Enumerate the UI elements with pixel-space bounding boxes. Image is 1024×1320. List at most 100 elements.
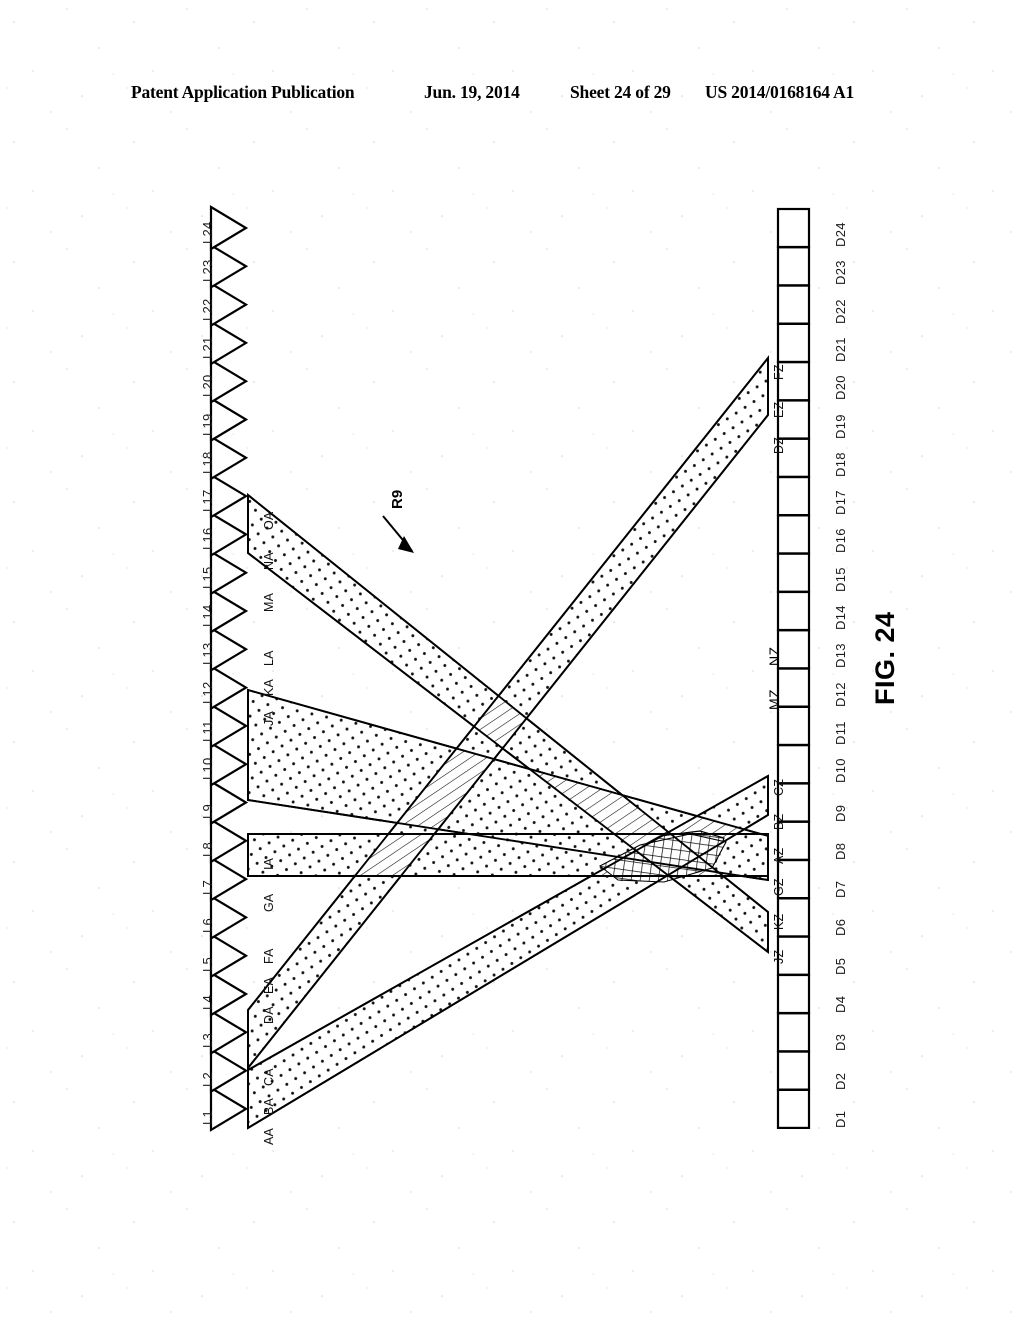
source-triangle-l12[interactable] (209, 664, 249, 711)
source-port-label-ka: KA (262, 678, 276, 696)
source-triangle-l3[interactable] (209, 1009, 249, 1056)
source-triangle-l18[interactable] (209, 434, 249, 481)
source-axis-label-l5: L5 (200, 956, 215, 972)
source-axis-label-l7: L7 (200, 880, 215, 896)
source-axis-label-l21: L21 (200, 336, 215, 359)
source-port-label-ea: EA (262, 976, 276, 994)
source-axis-label-l12: L12 (200, 681, 215, 704)
detector-axis-label-d8: D8 (833, 842, 848, 860)
source-triangle-l14[interactable] (209, 588, 249, 634)
detector-axis-label-d10: D10 (833, 758, 848, 784)
source-triangle-column (209, 205, 249, 1132)
detector-port-label-cz: CZ (772, 778, 786, 796)
source-triangle-l23[interactable] (209, 243, 249, 290)
detector-axis-label-d4: D4 (833, 995, 848, 1013)
reference-numeral-r9: R9 (389, 489, 406, 509)
detector-axis-label-d16: D16 (833, 528, 848, 554)
source-triangle-l4[interactable] (209, 971, 249, 1017)
source-port-label-ia: IA (262, 857, 276, 870)
detector-square-d13[interactable] (776, 629, 811, 670)
source-port-label-da: DA (262, 1006, 276, 1024)
source-triangle-l11[interactable] (209, 702, 249, 749)
detector-square-d10[interactable] (776, 744, 811, 785)
detector-port-label-ez: EZ (772, 401, 786, 418)
source-triangle-l8[interactable] (209, 817, 249, 864)
source-port-label-ga: GA (262, 893, 276, 912)
detector-axis-label-d6: D6 (833, 919, 848, 937)
detector-axis-label-d24: D24 (833, 222, 848, 247)
source-port-label-ba: BA (262, 1097, 276, 1115)
detector-axis-label-d23: D23 (833, 260, 848, 286)
source-axis-label-l16: L16 (200, 527, 215, 551)
source-axis-label-l9: L9 (200, 803, 215, 819)
detector-axis-label-d20: D20 (833, 375, 848, 401)
source-port-label-fa: FA (262, 948, 276, 964)
source-triangle-l1[interactable] (209, 1085, 249, 1132)
source-triangle-l6[interactable] (209, 894, 249, 941)
source-axis-label-l20: L20 (200, 374, 215, 398)
source-triangle-l22[interactable] (209, 281, 249, 328)
source-triangle-l20[interactable] (209, 358, 249, 405)
detector-square-d1[interactable] (776, 1088, 811, 1130)
detector-axis-label-d2: D2 (833, 1072, 848, 1090)
source-triangle-l16[interactable] (209, 511, 249, 558)
source-axis-label-l6: L6 (200, 918, 215, 934)
source-triangle-l17[interactable] (209, 473, 249, 520)
source-port-label-oa: OA (262, 511, 276, 530)
detector-axis-label-d14: D14 (833, 605, 848, 630)
detector-port-label-az: AZ (772, 847, 786, 864)
detector-square-column (776, 207, 811, 1130)
source-triangle-l9[interactable] (209, 779, 249, 826)
figure-24-drawing: L1 L2 L3 L4 L5 L6 L7 L8 L9 L10 L11 L12 L13 L14 L15 L16 L… (0, 0, 1024, 1320)
detector-axis-label-d12: D12 (833, 681, 848, 707)
source-axis-label-l11: L11 (200, 720, 215, 742)
source-triangle-l24[interactable] (209, 205, 249, 251)
source-axis-label-l1: L1 (200, 1109, 215, 1125)
source-axis-label-l18: L18 (200, 451, 215, 474)
detector-port-label-mz: MZ (766, 688, 782, 710)
detector-square-d22[interactable] (776, 284, 811, 325)
detector-port-label-gz: GZ (772, 878, 786, 896)
source-axis-label-l19: L19 (200, 412, 215, 436)
source-triangle-l5[interactable] (209, 932, 249, 979)
source-axis-label-l17: L17 (200, 489, 215, 513)
detector-axis-label-d13: D13 (833, 643, 848, 669)
source-port-label-aa: AA (262, 1127, 276, 1145)
detector-square-d11[interactable] (776, 705, 811, 747)
source-axis-label-l4: L4 (200, 994, 215, 1010)
detector-square-d12[interactable] (776, 667, 811, 708)
detector-port-label-fz: FZ (772, 364, 786, 380)
source-triangle-l13[interactable] (209, 626, 249, 673)
source-triangle-l15[interactable] (209, 549, 249, 596)
detector-square-d2[interactable] (776, 1050, 811, 1091)
source-axis-label-l15: L15 (200, 566, 215, 589)
source-axis-label-l14: L14 (200, 604, 215, 627)
detector-axis-label-d1: D1 (833, 1110, 848, 1128)
detector-axis-label-d21: D21 (833, 337, 848, 362)
detector-square-d24[interactable] (776, 207, 811, 249)
detector-square-d21[interactable] (776, 322, 811, 363)
source-triangle-l19[interactable] (209, 396, 249, 443)
source-axis-label-l3: L3 (200, 1033, 215, 1049)
detector-port-label-dz: DZ (772, 436, 786, 454)
source-axis-label-l8: L8 (200, 841, 215, 857)
detector-square-d17[interactable] (776, 476, 811, 517)
detector-axis-label-d17: D17 (833, 490, 848, 516)
source-triangle-l7[interactable] (209, 856, 249, 903)
detector-square-d15[interactable] (776, 552, 811, 593)
detector-square-d23[interactable] (776, 246, 811, 287)
detector-axis-label-d3: D3 (833, 1034, 848, 1052)
source-triangle-l2[interactable] (209, 1047, 249, 1094)
detector-square-d16[interactable] (776, 514, 811, 555)
source-triangle-l21[interactable] (209, 319, 249, 366)
detector-square-d3[interactable] (776, 1012, 811, 1053)
source-axis-label-l23: L23 (200, 259, 215, 283)
source-triangle-l10[interactable] (209, 741, 249, 788)
detector-axis-label-d9: D9 (833, 804, 848, 822)
source-axis-label-l24: L24 (200, 221, 215, 244)
detector-port-label-bz: BZ (772, 813, 786, 830)
detector-square-d4[interactable] (776, 973, 811, 1015)
detector-square-d14[interactable] (776, 590, 811, 632)
source-axis-label-l2: L2 (200, 1071, 215, 1087)
detector-axis-label-d18: D18 (833, 452, 848, 477)
